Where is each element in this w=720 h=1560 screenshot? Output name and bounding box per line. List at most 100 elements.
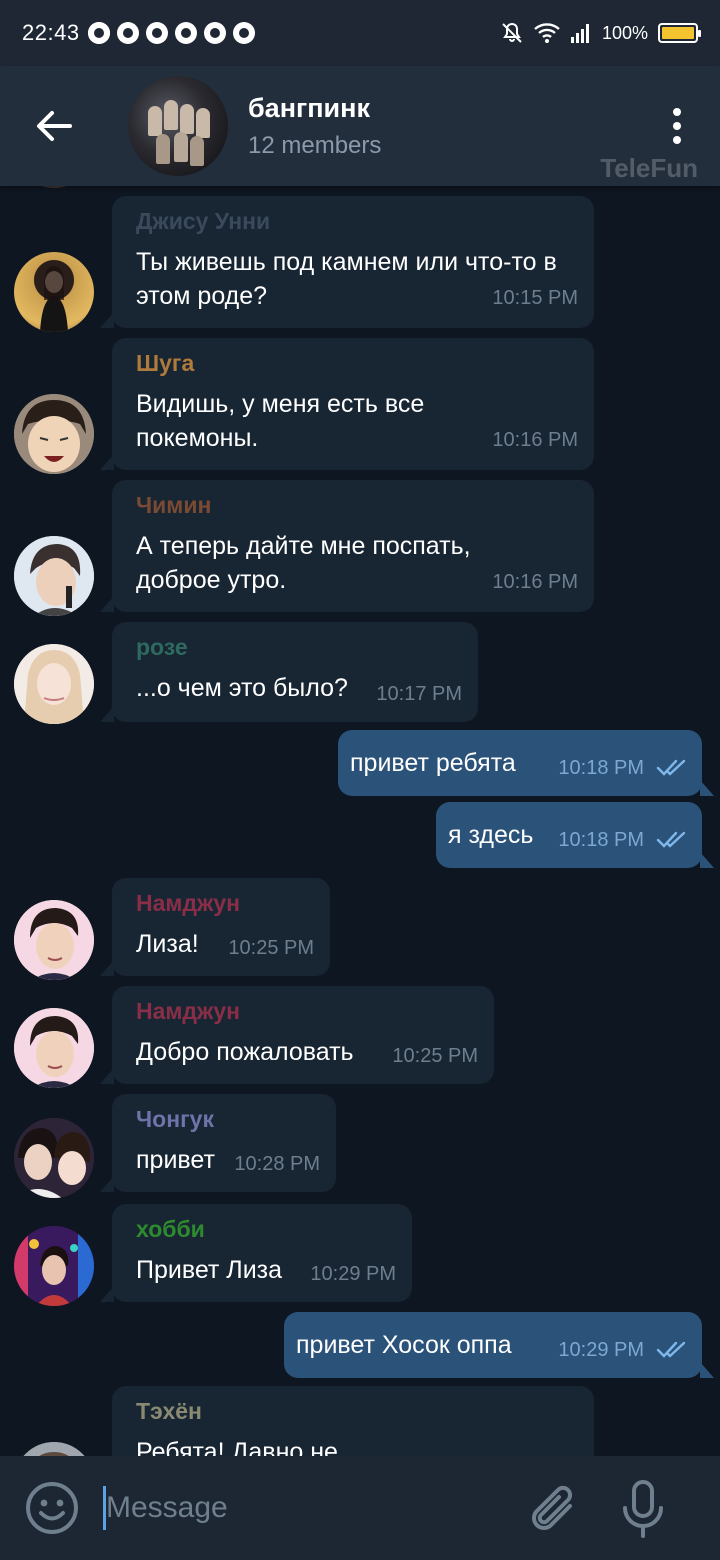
message-time: 10:16 PM: [492, 429, 578, 451]
mute-bell-icon: [502, 22, 522, 43]
message-bubble[interactable]: розе ...о чем это было? 10:17 PM: [100, 622, 478, 722]
message-time: 10:29 PM: [558, 1339, 644, 1361]
message-time: 10:29 PM: [310, 1263, 396, 1285]
double-check-icon: [656, 1341, 686, 1358]
message-text: Видишь, у меня есть все покемоны.: [136, 390, 425, 452]
sender-name[interactable]: Тэхён: [136, 1398, 578, 1425]
message-text: Добро пожаловать: [136, 1038, 354, 1066]
message-bubble[interactable]: я здесь 10:18 PM: [436, 802, 714, 868]
message-time: 10:18 PM: [558, 757, 644, 779]
message-item[interactable]: Джису Унни Ты живешь под камнем или что-…: [100, 196, 594, 328]
sender-name[interactable]: Чонгук: [136, 1106, 320, 1133]
sender-name[interactable]: розе: [136, 634, 462, 661]
message-item[interactable]: я здесь 10:18 PM: [436, 802, 714, 868]
message-bubble[interactable]: Тэхён Ребята! Давно не: [112, 1386, 594, 1456]
battery-percent: 100%: [601, 22, 648, 43]
sender-name[interactable]: Намджун: [136, 890, 314, 917]
group-avatar[interactable]: [128, 76, 228, 176]
message-list[interactable]: Джису Унни Ты живешь под камнем или что-…: [0, 186, 720, 1456]
avatar-rose[interactable]: [14, 644, 94, 724]
message-time: 10:25 PM: [392, 1045, 478, 1067]
message-item[interactable]: Тэхён Ребята! Давно не: [112, 1386, 594, 1456]
message-bubble[interactable]: Чонгук привет 10:28 PM: [100, 1094, 336, 1192]
status-time: 22:43: [22, 20, 80, 45]
avatar-jimin[interactable]: [14, 536, 94, 616]
member-count: 12 members: [248, 131, 382, 159]
sender-name[interactable]: Шуга: [136, 350, 578, 377]
notification-icons: [87, 22, 255, 44]
message-time: 10:28 PM: [234, 1153, 320, 1175]
message-bubble[interactable]: Чимин А теперь дайте мне поспать, доброе…: [100, 480, 594, 612]
arrow-left-icon: [37, 111, 72, 141]
avatar-jisoo[interactable]: [14, 252, 94, 332]
chat-header: бангпинк 12 members TeleFun: [0, 66, 720, 186]
message-item[interactable]: Шуга Видишь, у меня есть все покемоны. 1…: [100, 338, 594, 470]
avatar-namjoon[interactable]: [14, 1008, 94, 1088]
message-bubble[interactable]: привет ребята 10:18 PM: [338, 730, 714, 796]
message-item[interactable]: розе ...о чем это было? 10:17 PM: [100, 622, 478, 722]
chrome-notification-icon: [145, 22, 168, 44]
message-time: 10:15 PM: [492, 287, 578, 309]
message-bubble[interactable]: Джису Унни Ты живешь под камнем или что-…: [100, 196, 594, 328]
message-text: А теперь дайте мне поспать, доброе утро.: [136, 532, 471, 594]
message-time: 10:16 PM: [492, 571, 578, 593]
message-text: Привет Лиза: [136, 1256, 283, 1284]
double-check-icon: [656, 759, 686, 776]
emoji-button[interactable]: [24, 1480, 80, 1536]
back-button[interactable]: [26, 98, 82, 154]
sender-name[interactable]: Намджун: [136, 998, 478, 1025]
watermark: TeleFun: [600, 153, 698, 183]
message-item[interactable]: привет Хосок оппа 10:29 PM: [284, 1312, 714, 1378]
message-item[interactable]: Намджун Добро пожаловать 10:25 PM: [100, 986, 494, 1084]
sender-name[interactable]: Джису Унни: [136, 208, 578, 235]
message-text: привет: [136, 1146, 215, 1174]
voice-message-button[interactable]: [620, 1478, 666, 1540]
chrome-notification-icon: [203, 22, 226, 44]
chat-title: бангпинк: [248, 92, 370, 123]
chat-title-block[interactable]: бангпинк 12 members: [248, 93, 381, 160]
message-bubble[interactable]: Намджун Добро пожаловать 10:25 PM: [100, 986, 494, 1084]
message-item[interactable]: Чимин А теперь дайте мне поспать, доброе…: [100, 480, 594, 612]
message-composer: [0, 1456, 720, 1560]
message-text: Ребята! Давно не: [136, 1438, 338, 1456]
avatar-hobi[interactable]: [14, 1226, 94, 1306]
message-bubble[interactable]: привет Хосок оппа 10:29 PM: [284, 1312, 714, 1378]
wifi-icon: [534, 23, 560, 43]
chrome-notification-icon: [174, 22, 197, 44]
avatar[interactable]: [14, 186, 94, 188]
chrome-notification-icon: [87, 22, 110, 44]
chrome-notification-icon: [116, 22, 139, 44]
message-text: привет Хосок оппа: [296, 1331, 512, 1359]
sender-name[interactable]: хобби: [136, 1216, 396, 1243]
message-bubble[interactable]: Намджун Лиза! 10:25 PM: [100, 878, 330, 976]
double-check-icon: [656, 831, 686, 848]
message-text: привет ребята: [350, 749, 516, 777]
more-options-button[interactable]: [662, 104, 692, 148]
status-bar: 22:43 100%: [0, 0, 720, 66]
chrome-notification-icon: [232, 22, 255, 44]
message-time: 10:25 PM: [228, 937, 314, 959]
message-text: ...о чем это было?: [136, 674, 348, 702]
message-input[interactable]: [106, 1484, 506, 1532]
smiley-icon: [26, 1482, 78, 1534]
message-time: 10:18 PM: [558, 829, 644, 851]
avatar-taehyung[interactable]: [14, 1442, 94, 1456]
message-time: 10:17 PM: [376, 683, 462, 705]
signal-icon: [570, 24, 589, 43]
avatar-suga[interactable]: [14, 394, 94, 474]
battery-icon: [658, 23, 701, 43]
message-item[interactable]: привет ребята 10:18 PM: [338, 730, 714, 796]
sender-name[interactable]: Чимин: [136, 492, 578, 519]
message-item[interactable]: хобби Привет Лиза 10:29 PM: [100, 1204, 412, 1302]
more-vertical-icon: [673, 108, 681, 116]
avatar-jungkook[interactable]: [14, 1118, 94, 1198]
microphone-icon: [623, 1480, 663, 1538]
paperclip-icon: [532, 1485, 573, 1530]
message-item[interactable]: Чонгук привет 10:28 PM: [100, 1094, 336, 1192]
message-text: я здесь: [448, 821, 534, 849]
avatar-namjoon[interactable]: [14, 900, 94, 980]
message-item[interactable]: Намджун Лиза! 10:25 PM: [100, 878, 330, 976]
attach-button[interactable]: [526, 1478, 582, 1540]
message-bubble[interactable]: хобби Привет Лиза 10:29 PM: [100, 1204, 412, 1302]
message-bubble[interactable]: Шуга Видишь, у меня есть все покемоны. 1…: [100, 338, 594, 470]
